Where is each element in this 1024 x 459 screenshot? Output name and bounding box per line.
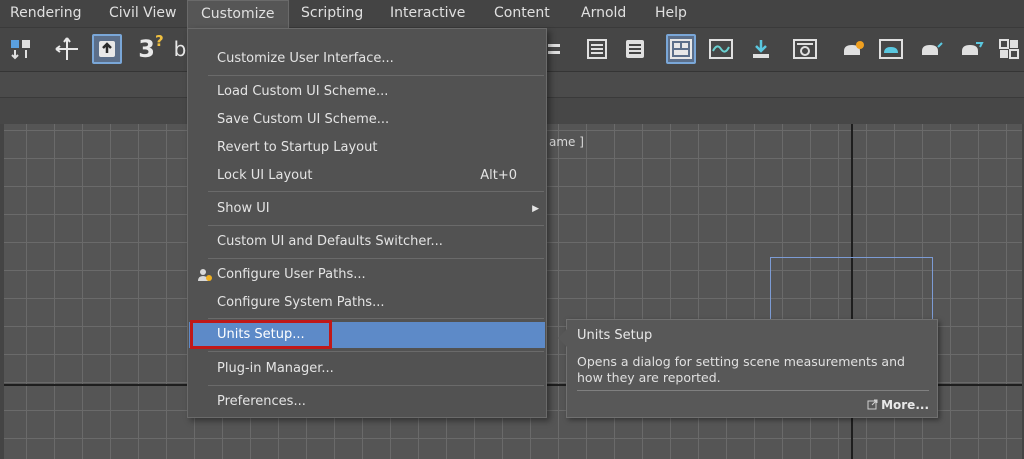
curve-editor-icon[interactable] xyxy=(666,34,696,64)
viewport-label[interactable]: ame ] xyxy=(549,135,584,149)
menu-item-show-ui[interactable]: Show UI ▶ xyxy=(189,195,545,223)
menu-rendering[interactable]: Rendering xyxy=(4,0,88,28)
submenu-arrow-icon: ▶ xyxy=(532,204,539,214)
render-iterative-icon[interactable] xyxy=(916,34,946,64)
ribbon-toggle-icon[interactable] xyxy=(620,34,650,64)
menu-item-load-custom-ui-scheme[interactable]: Load Custom UI Scheme... xyxy=(189,78,545,106)
schematic-view-icon[interactable] xyxy=(706,34,736,64)
menu-item-configure-system-paths[interactable]: Configure System Paths... xyxy=(189,289,545,317)
tooltip-more-link[interactable]: More... xyxy=(867,398,929,412)
menu-item-preferences[interactable]: Preferences... xyxy=(189,388,545,416)
lock-ui-shortcut: Alt+0 xyxy=(480,168,517,183)
menu-civil-view[interactable]: Civil View xyxy=(103,0,182,28)
menu-item-customize-user-interface[interactable]: Customize User Interface... xyxy=(189,45,545,73)
menu-item-custom-ui-defaults-switcher[interactable]: Custom UI and Defaults Switcher... xyxy=(189,228,545,256)
user-paths-icon xyxy=(198,269,212,281)
menu-interactive[interactable]: Interactive xyxy=(384,0,471,28)
menu-item-lock-ui-layout[interactable]: Lock UI Layout Alt+0 xyxy=(189,162,545,190)
units-setup-tooltip: Units Setup Opens a dialog for setting s… xyxy=(558,319,938,418)
menu-bar: Rendering Civil View Customize Scripting… xyxy=(0,0,1024,28)
select-link-icon[interactable] xyxy=(6,34,36,64)
menu-separator xyxy=(208,225,544,226)
menu-separator xyxy=(208,318,544,319)
toolbar-grid-icon[interactable] xyxy=(994,34,1024,64)
material-editor-icon[interactable] xyxy=(746,34,776,64)
menu-arnold[interactable]: Arnold xyxy=(575,0,632,28)
menu-help[interactable]: Help xyxy=(649,0,693,28)
snap-3d-icon[interactable]: 3? xyxy=(136,32,166,64)
tooltip-divider xyxy=(577,390,929,391)
menu-separator xyxy=(208,258,544,259)
menu-separator xyxy=(208,75,544,76)
select-object-icon[interactable] xyxy=(92,34,122,64)
named-selection-icon[interactable]: b xyxy=(174,34,187,64)
menu-separator xyxy=(208,351,544,352)
menu-scripting[interactable]: Scripting xyxy=(295,0,369,28)
rendered-frame-icon[interactable] xyxy=(838,34,868,64)
menu-content[interactable]: Content xyxy=(488,0,556,28)
scene-explorer-icon[interactable] xyxy=(582,34,612,64)
tooltip-title: Units Setup xyxy=(577,328,653,343)
render-setup-icon[interactable] xyxy=(790,34,820,64)
menu-item-plugin-manager[interactable]: Plug-in Manager... xyxy=(189,355,545,383)
menu-separator xyxy=(208,385,544,386)
customize-menu: Customize User Interface... Load Custom … xyxy=(187,28,547,418)
render-production-icon[interactable] xyxy=(876,34,906,64)
units-setup-callout-box xyxy=(190,320,332,349)
render-cloud-icon[interactable] xyxy=(956,34,986,64)
menu-item-revert-to-startup-layout[interactable]: Revert to Startup Layout xyxy=(189,134,545,162)
menu-separator xyxy=(208,191,544,192)
tooltip-description: Opens a dialog for setting scene measure… xyxy=(577,354,905,385)
menu-item-save-custom-ui-scheme[interactable]: Save Custom UI Scheme... xyxy=(189,106,545,134)
menu-item-configure-user-paths[interactable]: Configure User Paths... xyxy=(189,261,545,289)
external-link-icon xyxy=(867,399,878,410)
menu-customize[interactable]: Customize xyxy=(187,0,289,28)
move-icon[interactable] xyxy=(52,34,82,64)
